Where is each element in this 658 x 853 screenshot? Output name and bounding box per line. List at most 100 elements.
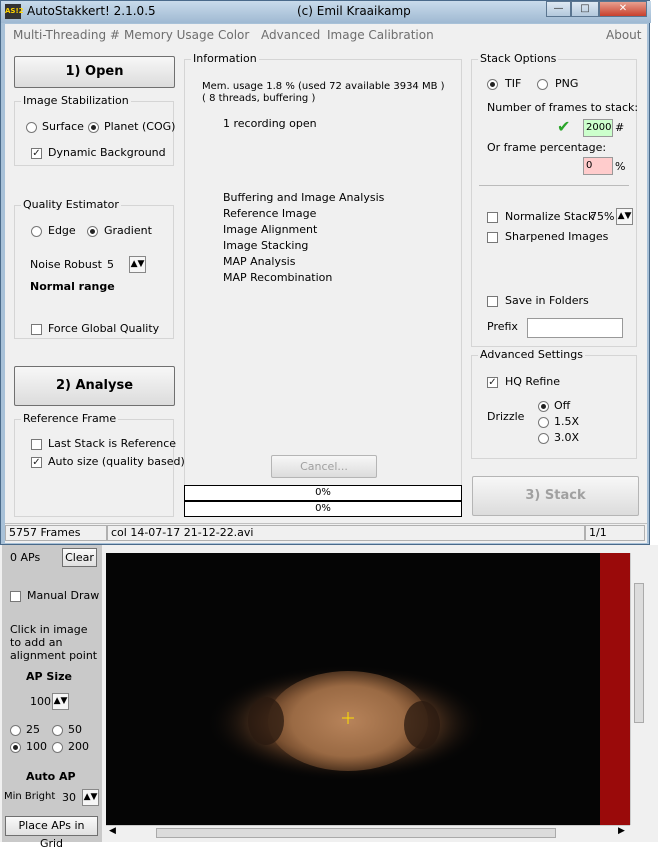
save-in-folders-checkbox[interactable] — [487, 296, 498, 307]
red-side-bar — [600, 553, 630, 825]
analyse-button[interactable]: 2) Analyse — [14, 366, 175, 406]
drizzle-30x-radio[interactable] — [538, 433, 549, 444]
horizontal-scroll-thumb[interactable] — [156, 828, 556, 838]
normalize-spinner-icon[interactable]: ▲▼ — [616, 208, 633, 225]
quality-estimator-group: Quality Estimator Edge Gradient Noise Ro… — [14, 198, 174, 339]
auto-ap-label: Auto AP — [26, 770, 76, 783]
step-reference-image: Reference Image — [223, 207, 317, 220]
aps-count: 0 APs — [10, 551, 41, 564]
sharpened-images-checkbox[interactable] — [487, 232, 498, 243]
size-25-radio[interactable] — [10, 725, 21, 736]
minimize-icon[interactable]: — — [546, 1, 571, 17]
image-stabilization-label: Image Stabilization — [21, 94, 131, 107]
status-page: 1/1 — [585, 525, 645, 541]
sharpened-images-label: Sharpened Images — [505, 230, 609, 243]
scroll-left-icon[interactable]: ◀ — [109, 826, 116, 836]
hint-line-1: Click in image — [10, 623, 88, 636]
information-label: Information — [191, 52, 259, 65]
place-aps-grid-button[interactable]: Place APs in Grid — [5, 816, 98, 850]
ap-size-label: AP Size — [26, 670, 72, 683]
force-global-checkbox[interactable] — [31, 324, 42, 335]
title-bar[interactable]: AS!2 AutoStakkert! 2.1.0.5 (c) Emil Kraa… — [1, 1, 651, 23]
menu-bar: Multi-Threading # Memory Usage Color Adv… — [5, 24, 647, 46]
menu-about[interactable]: About — [606, 28, 641, 42]
vertical-scrollbar[interactable] — [630, 553, 647, 825]
frame-percentage-input[interactable]: 0 — [583, 157, 613, 175]
clear-button[interactable]: Clear — [62, 548, 97, 567]
range-text: Normal range — [30, 280, 115, 293]
maximize-icon[interactable]: □ — [571, 1, 599, 17]
tif-radio[interactable] — [487, 79, 498, 90]
recording-status: 1 recording open — [223, 117, 317, 130]
step-map-analysis: MAP Analysis — [223, 255, 296, 268]
save-in-folders-label: Save in Folders — [505, 294, 589, 307]
manual-draw-label: Manual Draw — [27, 589, 100, 602]
quality-estimator-label: Quality Estimator — [21, 198, 121, 211]
checkmark-icon: ✔ — [557, 117, 571, 136]
planet-image — [206, 665, 486, 781]
surface-label: Surface — [42, 120, 84, 133]
drizzle-off-radio[interactable] — [538, 401, 549, 412]
drizzle-15x-radio[interactable] — [538, 417, 549, 428]
png-radio[interactable] — [537, 79, 548, 90]
information-group: Information Mem. usage 1.8 % (used 72 av… — [184, 52, 462, 487]
horizontal-scrollbar[interactable]: ◀ ▶ — [106, 825, 630, 840]
threads-line: ( 8 threads, buffering ) — [202, 93, 316, 104]
auto-size-label: Auto size (quality based) — [48, 455, 185, 468]
last-stack-checkbox[interactable] — [31, 439, 42, 450]
size-50-label: 50 — [68, 723, 82, 736]
app-icon: AS!2 — [5, 4, 24, 19]
normalize-value: 75% — [590, 210, 615, 223]
divider — [479, 185, 629, 186]
open-button[interactable]: 1) Open — [14, 56, 175, 88]
progress-bar-1: 0% — [184, 485, 462, 501]
gradient-radio[interactable] — [87, 226, 98, 237]
ap-size-value: 100 — [30, 695, 51, 708]
manual-draw-checkbox[interactable] — [10, 591, 21, 602]
size-50-radio[interactable] — [52, 725, 63, 736]
scroll-right-icon[interactable]: ▶ — [618, 826, 625, 836]
menu-color[interactable]: Color — [218, 28, 249, 42]
menu-advanced[interactable]: Advanced — [261, 28, 320, 42]
menu-multithreading[interactable]: Multi-Threading # — [13, 28, 120, 42]
status-bar: 5757 Frames col 14-07-17 21-12-22.avi 1/… — [5, 523, 647, 543]
size-200-radio[interactable] — [52, 742, 63, 753]
window-title: AutoStakkert! 2.1.0.5 — [27, 4, 156, 18]
prefix-label: Prefix — [487, 320, 518, 333]
drizzle-label: Drizzle — [487, 410, 525, 423]
advanced-settings-group: Advanced Settings ✓ HQ Refine Drizzle Of… — [471, 348, 637, 459]
percentage-suffix: % — [615, 160, 626, 173]
normalize-stack-checkbox[interactable] — [487, 212, 498, 223]
min-bright-spinner-icon[interactable]: ▲▼ — [82, 789, 99, 806]
force-global-label: Force Global Quality — [48, 322, 160, 335]
drizzle-off-label: Off — [554, 399, 571, 412]
cancel-button[interactable]: Cancel... — [271, 455, 377, 478]
stack-options-group: Stack Options TIF PNG Number of frames t… — [471, 52, 638, 347]
ap-size-spinner-icon[interactable]: ▲▼ — [52, 693, 69, 710]
prefix-input[interactable] — [527, 318, 623, 338]
dynamic-background-checkbox[interactable]: ✓ — [31, 148, 42, 159]
size-200-label: 200 — [68, 740, 89, 753]
min-bright-label: Min Bright — [4, 791, 56, 802]
surface-radio[interactable] — [26, 122, 37, 133]
size-100-radio[interactable] — [10, 742, 21, 753]
min-bright-value: 30 — [62, 791, 76, 804]
image-canvas[interactable] — [106, 553, 600, 825]
png-label: PNG — [555, 77, 579, 90]
auto-size-checkbox[interactable]: ✓ — [31, 457, 42, 468]
hq-refine-checkbox[interactable]: ✓ — [487, 377, 498, 388]
edge-radio[interactable] — [31, 226, 42, 237]
close-icon[interactable]: ✕ — [599, 1, 647, 17]
frames-suffix: # — [615, 121, 625, 134]
frames-to-stack-input[interactable]: 2000 — [583, 119, 613, 137]
noise-robust-spinner-icon[interactable]: ▲▼ — [129, 256, 146, 273]
menu-image-calibration[interactable]: Image Calibration — [327, 28, 434, 42]
planet-cog-label: Planet (COG) — [104, 120, 176, 133]
ring-gap-left — [248, 697, 284, 745]
reference-frame-group: Reference Frame Last Stack is Reference … — [14, 412, 185, 517]
stack-button[interactable]: 3) Stack — [472, 476, 639, 516]
step-image-alignment: Image Alignment — [223, 223, 318, 236]
planet-cog-radio[interactable] — [88, 122, 99, 133]
vertical-scroll-thumb[interactable] — [634, 583, 644, 723]
menu-memory-usage[interactable]: Memory Usage — [124, 28, 214, 42]
